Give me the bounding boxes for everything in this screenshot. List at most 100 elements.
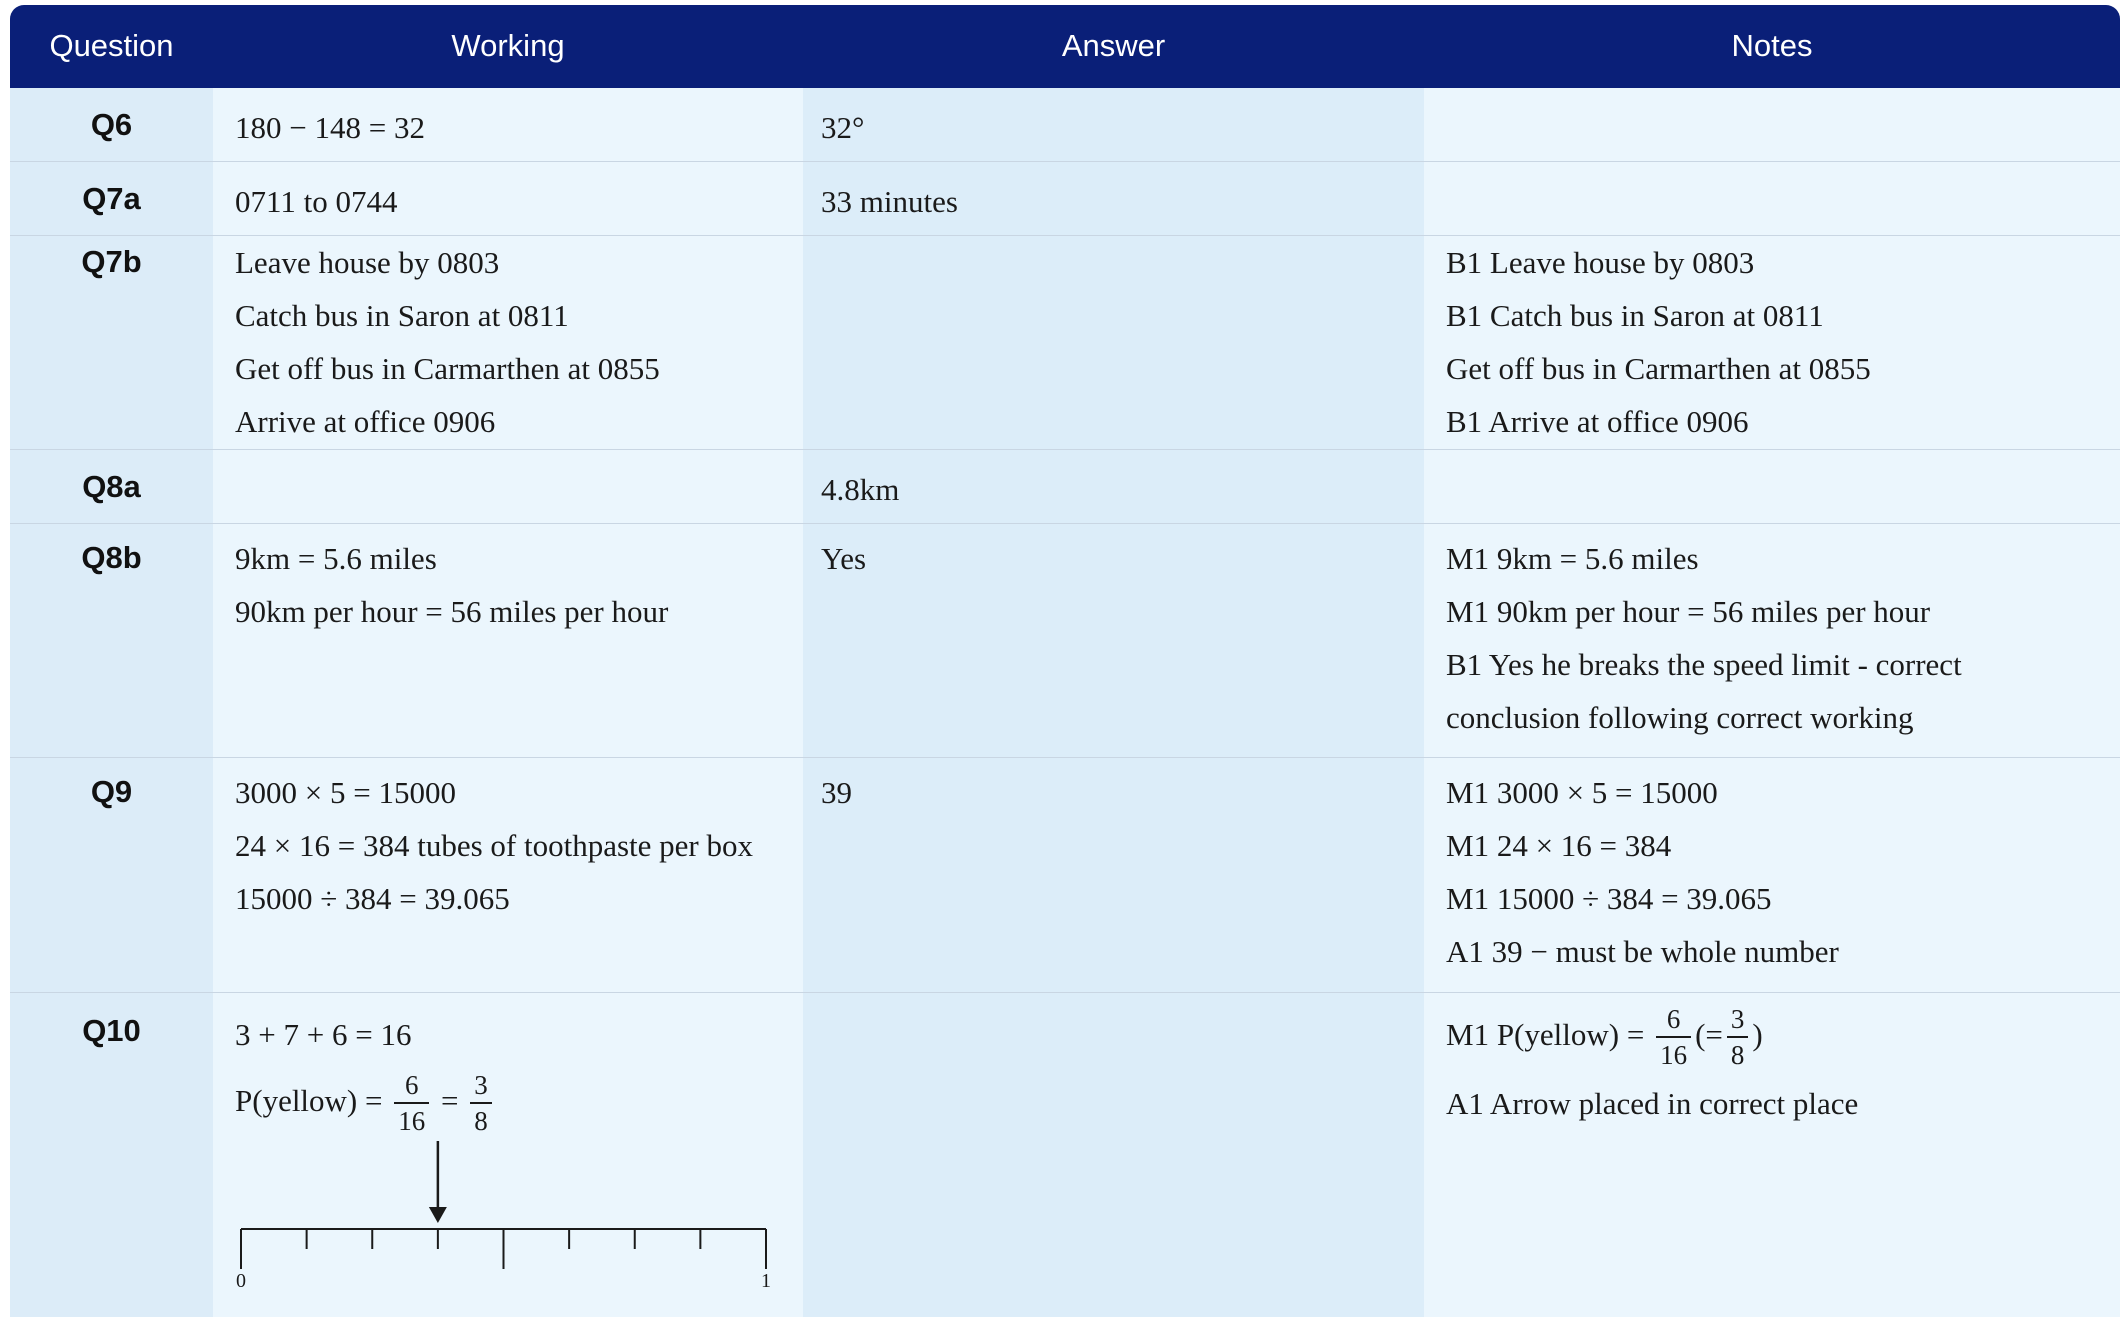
- working-cell: Leave house by 0803 Catch bus in Saron a…: [213, 236, 803, 450]
- fraction-denominator: 8: [1727, 1038, 1749, 1069]
- table-row: Q9 3000 × 5 = 15000 24 × 16 = 384 tubes …: [10, 758, 2120, 993]
- answer-line: 39: [821, 766, 1424, 819]
- question-label: Q7a: [10, 162, 213, 219]
- fraction-denominator: 16: [1656, 1038, 1691, 1069]
- working-line: Leave house by 0803: [235, 236, 803, 289]
- question-cell: Q8a: [10, 450, 213, 524]
- working-cell: 180 − 148 = 32: [213, 88, 803, 162]
- notes-line: B1 Yes he breaks the speed limit - corre…: [1446, 638, 2120, 691]
- notes-column-header: Notes: [1424, 5, 2120, 88]
- probability-number-line: 01: [235, 1137, 775, 1317]
- table-row: Q6 180 − 148 = 32 32°: [10, 88, 2120, 162]
- question-cell: Q9: [10, 758, 213, 993]
- fraction-numerator: 3: [470, 1072, 492, 1104]
- working-cell: 3 + 7 + 6 = 16 P(yellow) = 616 = 38 01: [213, 993, 803, 1317]
- answer-line: 33 minutes: [821, 175, 1424, 228]
- fraction-denominator: 8: [470, 1104, 492, 1135]
- fraction-numerator: 3: [1727, 1006, 1749, 1038]
- equals-sign: =: [441, 1083, 458, 1118]
- answer-column-header: Answer: [803, 5, 1424, 88]
- working-line: 90km per hour = 56 miles per hour: [235, 585, 803, 638]
- probability-working-line: P(yellow) = 616 = 38: [235, 1065, 803, 1137]
- fraction-numerator: 6: [1656, 1006, 1691, 1038]
- mark-scheme-table-container: Question Working Answer Notes Q6 180 − 1…: [10, 5, 2120, 1311]
- notes-cell: [1424, 162, 2120, 236]
- working-cell: 3000 × 5 = 15000 24 × 16 = 384 tubes of …: [213, 758, 803, 993]
- working-line: Get off bus in Carmarthen at 0855: [235, 342, 803, 395]
- answer-cell: [803, 993, 1424, 1317]
- working-column-header: Working: [213, 5, 803, 88]
- working-cell: 0711 to 0744: [213, 162, 803, 236]
- working-cell: [213, 450, 803, 524]
- working-line: 3000 × 5 = 15000: [235, 766, 803, 819]
- notes-line: B1 Arrive at office 0906: [1446, 395, 2120, 448]
- notes-line: M1 3000 × 5 = 15000: [1446, 766, 2120, 819]
- question-cell: Q10: [10, 993, 213, 1317]
- notes-line: M1 15000 ÷ 384 = 39.065: [1446, 872, 2120, 925]
- question-column-header: Question: [10, 5, 213, 88]
- notes-line: A1 Arrow placed in correct place: [1446, 1069, 2120, 1139]
- notes-line: A1 39 − must be whole number: [1446, 925, 2120, 978]
- fraction: 616: [1656, 1006, 1691, 1069]
- notes-line: B1 Leave house by 0803: [1446, 236, 2120, 289]
- answer-cell: [803, 236, 1424, 450]
- notes-cell: M1 9km = 5.6 miles M1 90km per hour = 56…: [1424, 524, 2120, 758]
- notes-line: M1 90km per hour = 56 miles per hour: [1446, 585, 2120, 638]
- probability-arrow-head: [429, 1207, 447, 1223]
- number-line-end-label: 1: [761, 1270, 771, 1292]
- working-line: 0711 to 0744: [235, 175, 803, 228]
- question-cell: Q7a: [10, 162, 213, 236]
- notes-line: conclusion following correct working: [1446, 691, 2120, 744]
- table-row: Q7a 0711 to 0744 33 minutes: [10, 162, 2120, 236]
- notes-prefix: M1 P(yellow) =: [1446, 1017, 1644, 1052]
- answer-cell: Yes: [803, 524, 1424, 758]
- open-paren-equals: (=: [1695, 1017, 1723, 1052]
- working-line: 24 × 16 = 384 tubes of toothpaste per bo…: [235, 819, 803, 872]
- table-row: Q10 3 + 7 + 6 = 16 P(yellow) = 616 = 38 …: [10, 993, 2120, 1317]
- question-label: Q8a: [10, 450, 213, 507]
- notes-line: B1 Catch bus in Saron at 0811: [1446, 289, 2120, 342]
- fraction: 38: [470, 1072, 492, 1135]
- notes-cell: B1 Leave house by 0803 B1 Catch bus in S…: [1424, 236, 2120, 450]
- working-line: Catch bus in Saron at 0811: [235, 289, 803, 342]
- number-line-graphic: 01: [235, 1137, 775, 1317]
- table-row: Q7b Leave house by 0803 Catch bus in Sar…: [10, 236, 2120, 450]
- notes-cell: [1424, 450, 2120, 524]
- mark-scheme-table: Question Working Answer Notes Q6 180 − 1…: [10, 5, 2120, 1317]
- table-row: Q8b 9km = 5.6 miles 90km per hour = 56 m…: [10, 524, 2120, 758]
- working-cell: 9km = 5.6 miles 90km per hour = 56 miles…: [213, 524, 803, 758]
- question-cell: Q7b: [10, 236, 213, 450]
- question-label: Q10: [10, 993, 213, 1051]
- answer-line: 4.8km: [821, 463, 1424, 516]
- notes-line: Get off bus in Carmarthen at 0855: [1446, 342, 2120, 395]
- answer-cell: 33 minutes: [803, 162, 1424, 236]
- answer-cell: 32°: [803, 88, 1424, 162]
- close-paren: ): [1752, 1017, 1762, 1052]
- question-label: Q9: [10, 758, 213, 812]
- fraction: 616: [394, 1072, 429, 1135]
- fraction: 38: [1727, 1006, 1749, 1069]
- table-row: Q8a 4.8km: [10, 450, 2120, 524]
- working-line: 15000 ÷ 384 = 39.065: [235, 872, 803, 925]
- question-label: Q6: [10, 88, 213, 145]
- question-label: Q8b: [10, 524, 213, 578]
- fraction-denominator: 16: [394, 1104, 429, 1135]
- header-row: Question Working Answer Notes: [10, 5, 2120, 88]
- notes-line: M1 24 × 16 = 384: [1446, 819, 2120, 872]
- question-cell: Q6: [10, 88, 213, 162]
- probability-prefix: P(yellow) =: [235, 1083, 383, 1118]
- notes-probability-line: M1 P(yellow) = 616(=38): [1446, 1005, 2120, 1069]
- notes-cell: M1 3000 × 5 = 15000 M1 24 × 16 = 384 M1 …: [1424, 758, 2120, 993]
- notes-line: M1 9km = 5.6 miles: [1446, 532, 2120, 585]
- answer-cell: 39: [803, 758, 1424, 993]
- notes-cell: M1 P(yellow) = 616(=38) A1 Arrow placed …: [1424, 993, 2120, 1317]
- working-line: Arrive at office 0906: [235, 395, 803, 448]
- answer-line: Yes: [821, 532, 1424, 585]
- notes-cell: [1424, 88, 2120, 162]
- question-label: Q7b: [10, 236, 213, 282]
- fraction-numerator: 6: [394, 1072, 429, 1104]
- question-cell: Q8b: [10, 524, 213, 758]
- working-line: 180 − 148 = 32: [235, 101, 803, 154]
- answer-line: 32°: [821, 101, 1424, 154]
- number-line-start-label: 0: [236, 1270, 246, 1292]
